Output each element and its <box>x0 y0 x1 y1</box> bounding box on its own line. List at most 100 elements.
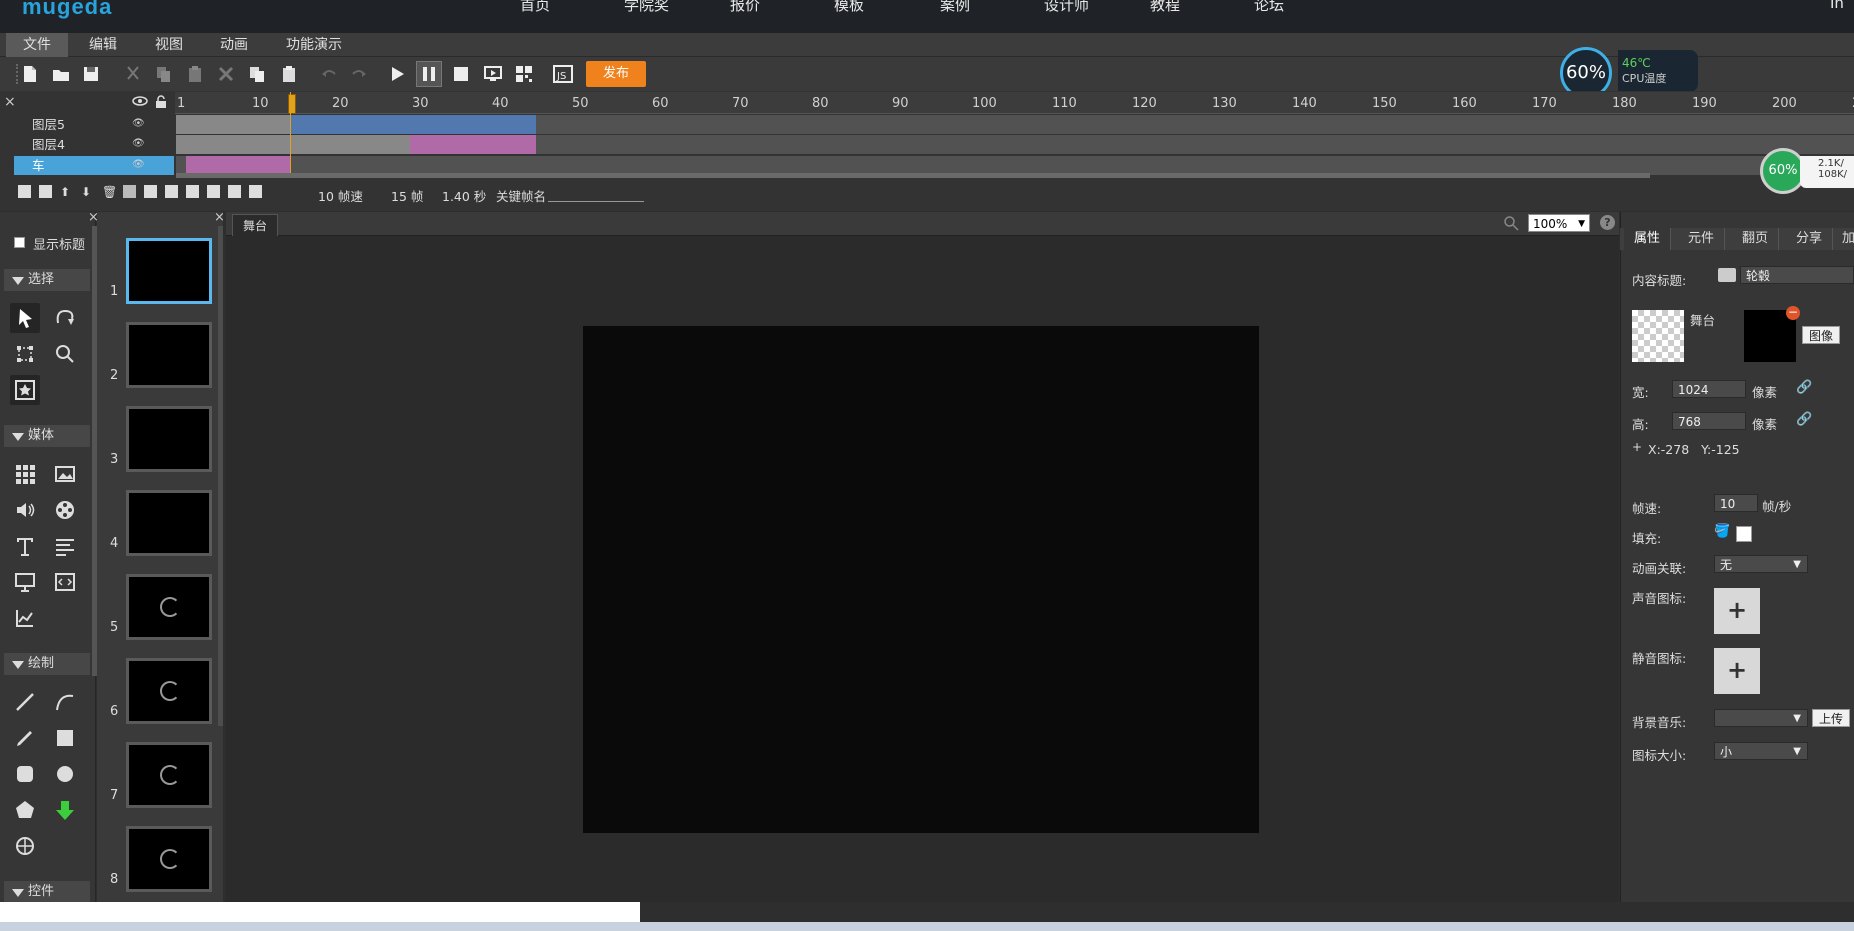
save-icon[interactable] <box>78 61 104 87</box>
nav-templates[interactable]: 模板 <box>834 0 864 15</box>
icon-size-select[interactable]: 小 ▼ <box>1714 742 1808 760</box>
tab-more[interactable]: 加 <box>1838 228 1854 250</box>
help-icon[interactable]: ? <box>1600 215 1615 230</box>
magnifier-icon[interactable] <box>1503 215 1519 231</box>
rounded-rect-icon[interactable] <box>10 759 40 789</box>
transform-icon[interactable] <box>10 339 40 369</box>
upload-button[interactable]: 上传 <box>1812 709 1850 727</box>
move-up-icon[interactable]: ⬆ <box>60 185 73 199</box>
layer-row[interactable]: 车 <box>14 156 174 175</box>
lock-icon[interactable] <box>155 95 167 108</box>
pages-panel-close-icon[interactable]: × <box>214 210 225 225</box>
keyframe-name-input[interactable] <box>548 201 644 202</box>
delete-icon[interactable] <box>213 61 239 87</box>
paint-bucket-icon[interactable]: 🪣 <box>1714 524 1730 540</box>
menu-feature-demo[interactable]: 功能演示 <box>276 33 352 57</box>
nav-tutorials[interactable]: 教程 <box>1150 0 1180 15</box>
stage-transparent-swatch[interactable] <box>1632 310 1684 362</box>
image-icon[interactable] <box>50 459 80 489</box>
paste-special-icon[interactable] <box>276 61 302 87</box>
anim-link-select[interactable]: 无 ▼ <box>1714 555 1808 573</box>
width-input[interactable]: 1024 <box>1672 380 1746 398</box>
nav-pricing[interactable]: 报价 <box>730 0 760 15</box>
frame-span[interactable] <box>290 115 536 134</box>
zoom-icon[interactable] <box>50 339 80 369</box>
new-layer-icon[interactable] <box>18 185 31 198</box>
cut-icon[interactable] <box>120 61 146 87</box>
publish-button[interactable]: 发布 <box>586 61 646 87</box>
page-thumbnail[interactable] <box>126 322 212 388</box>
play-icon[interactable] <box>384 61 410 87</box>
open-folder-icon[interactable] <box>48 61 74 87</box>
preview-icon[interactable] <box>480 61 506 87</box>
camera-icon[interactable] <box>144 185 157 198</box>
duplicate-icon[interactable] <box>244 61 270 87</box>
bg-music-select[interactable]: ▼ <box>1714 709 1808 727</box>
pause-icon[interactable] <box>416 61 442 87</box>
layer-eye-icon[interactable]: 👁 <box>132 118 145 129</box>
tools-scrollbar[interactable] <box>92 226 97 676</box>
image-button[interactable]: 图像 <box>1802 326 1840 344</box>
add-keyframe-icon[interactable] <box>186 185 199 198</box>
section-media[interactable]: 媒体 <box>4 425 90 447</box>
js-icon[interactable]: JS <box>550 61 576 87</box>
move-down-icon[interactable]: ⬇ <box>81 185 94 199</box>
link-icon[interactable]: 🔗 <box>1796 412 1812 427</box>
nav-cases[interactable]: 案例 <box>940 0 970 15</box>
nav-forum[interactable]: 论坛 <box>1254 0 1284 15</box>
frame-span[interactable] <box>176 135 410 154</box>
section-draw[interactable]: 绘制 <box>4 653 90 675</box>
slideshow-icon[interactable] <box>10 567 40 597</box>
tab-symbols[interactable]: 元件 <box>1678 228 1726 250</box>
tab-page-turn[interactable]: 翻页 <box>1732 228 1780 250</box>
link-icon[interactable]: 🔗 <box>1796 380 1812 395</box>
redo-icon[interactable] <box>346 61 372 87</box>
audio-icon[interactable] <box>10 495 40 525</box>
eye-icon[interactable] <box>132 95 148 107</box>
layer-eye-icon[interactable]: 👁 <box>132 138 145 149</box>
undo-icon[interactable] <box>316 61 342 87</box>
polygon-icon[interactable] <box>10 795 40 825</box>
fill-color-swatch[interactable] <box>1736 526 1752 542</box>
add-mute-icon-button[interactable]: + <box>1714 648 1760 694</box>
frame-span[interactable] <box>410 135 536 154</box>
new-file-icon[interactable] <box>17 61 43 87</box>
zoom-select[interactable]: 100% ▼ <box>1528 214 1590 232</box>
menu-file[interactable]: 文件 <box>6 33 68 57</box>
timeline-close-icon[interactable]: × <box>4 94 16 110</box>
layer-row[interactable]: 图层4 <box>14 135 174 154</box>
pencil-icon[interactable] <box>10 723 40 753</box>
tab-properties[interactable]: 属性 <box>1624 228 1672 250</box>
target-icon[interactable] <box>10 831 40 861</box>
paragraph-icon[interactable] <box>50 531 80 561</box>
paste-icon[interactable] <box>182 61 208 87</box>
new-folder-icon[interactable] <box>39 185 52 198</box>
trash-icon[interactable]: 🗑 <box>102 185 117 199</box>
qrcode-icon[interactable] <box>511 61 537 87</box>
nav-designers[interactable]: 设计师 <box>1044 0 1089 15</box>
stage-tab[interactable]: 舞台 <box>232 214 278 236</box>
layer-row[interactable]: 图层5 <box>14 115 174 134</box>
section-controls[interactable]: 控件 <box>4 881 90 903</box>
content-title-input[interactable]: 轮毂 <box>1740 266 1854 284</box>
height-input[interactable]: 768 <box>1672 412 1746 430</box>
html-code-icon[interactable] <box>50 567 80 597</box>
stage-canvas[interactable] <box>583 326 1259 833</box>
layer-eye-icon[interactable]: 👁 <box>132 159 145 170</box>
star-frame-icon[interactable] <box>10 375 40 405</box>
timeline-h-scrollbar[interactable] <box>176 173 1650 178</box>
circle-icon[interactable] <box>50 759 80 789</box>
chart-icon[interactable] <box>10 603 40 633</box>
section-select[interactable]: 选择 <box>4 269 90 291</box>
remove-frame-icon[interactable] <box>207 185 220 198</box>
page-thumbnail[interactable] <box>126 742 212 808</box>
add-sound-icon-button[interactable]: + <box>1714 588 1760 634</box>
nav-academy-award[interactable]: 学院奖 <box>624 0 669 15</box>
grid-apps-icon[interactable] <box>10 459 40 489</box>
page-thumbnail[interactable] <box>126 238 212 304</box>
fps-input[interactable]: 10 <box>1714 494 1758 512</box>
green-down-arrow-icon[interactable] <box>50 795 80 825</box>
nav-home[interactable]: 首页 <box>520 0 550 15</box>
frame-span[interactable] <box>176 115 290 134</box>
show-title-checkbox[interactable] <box>14 237 25 248</box>
